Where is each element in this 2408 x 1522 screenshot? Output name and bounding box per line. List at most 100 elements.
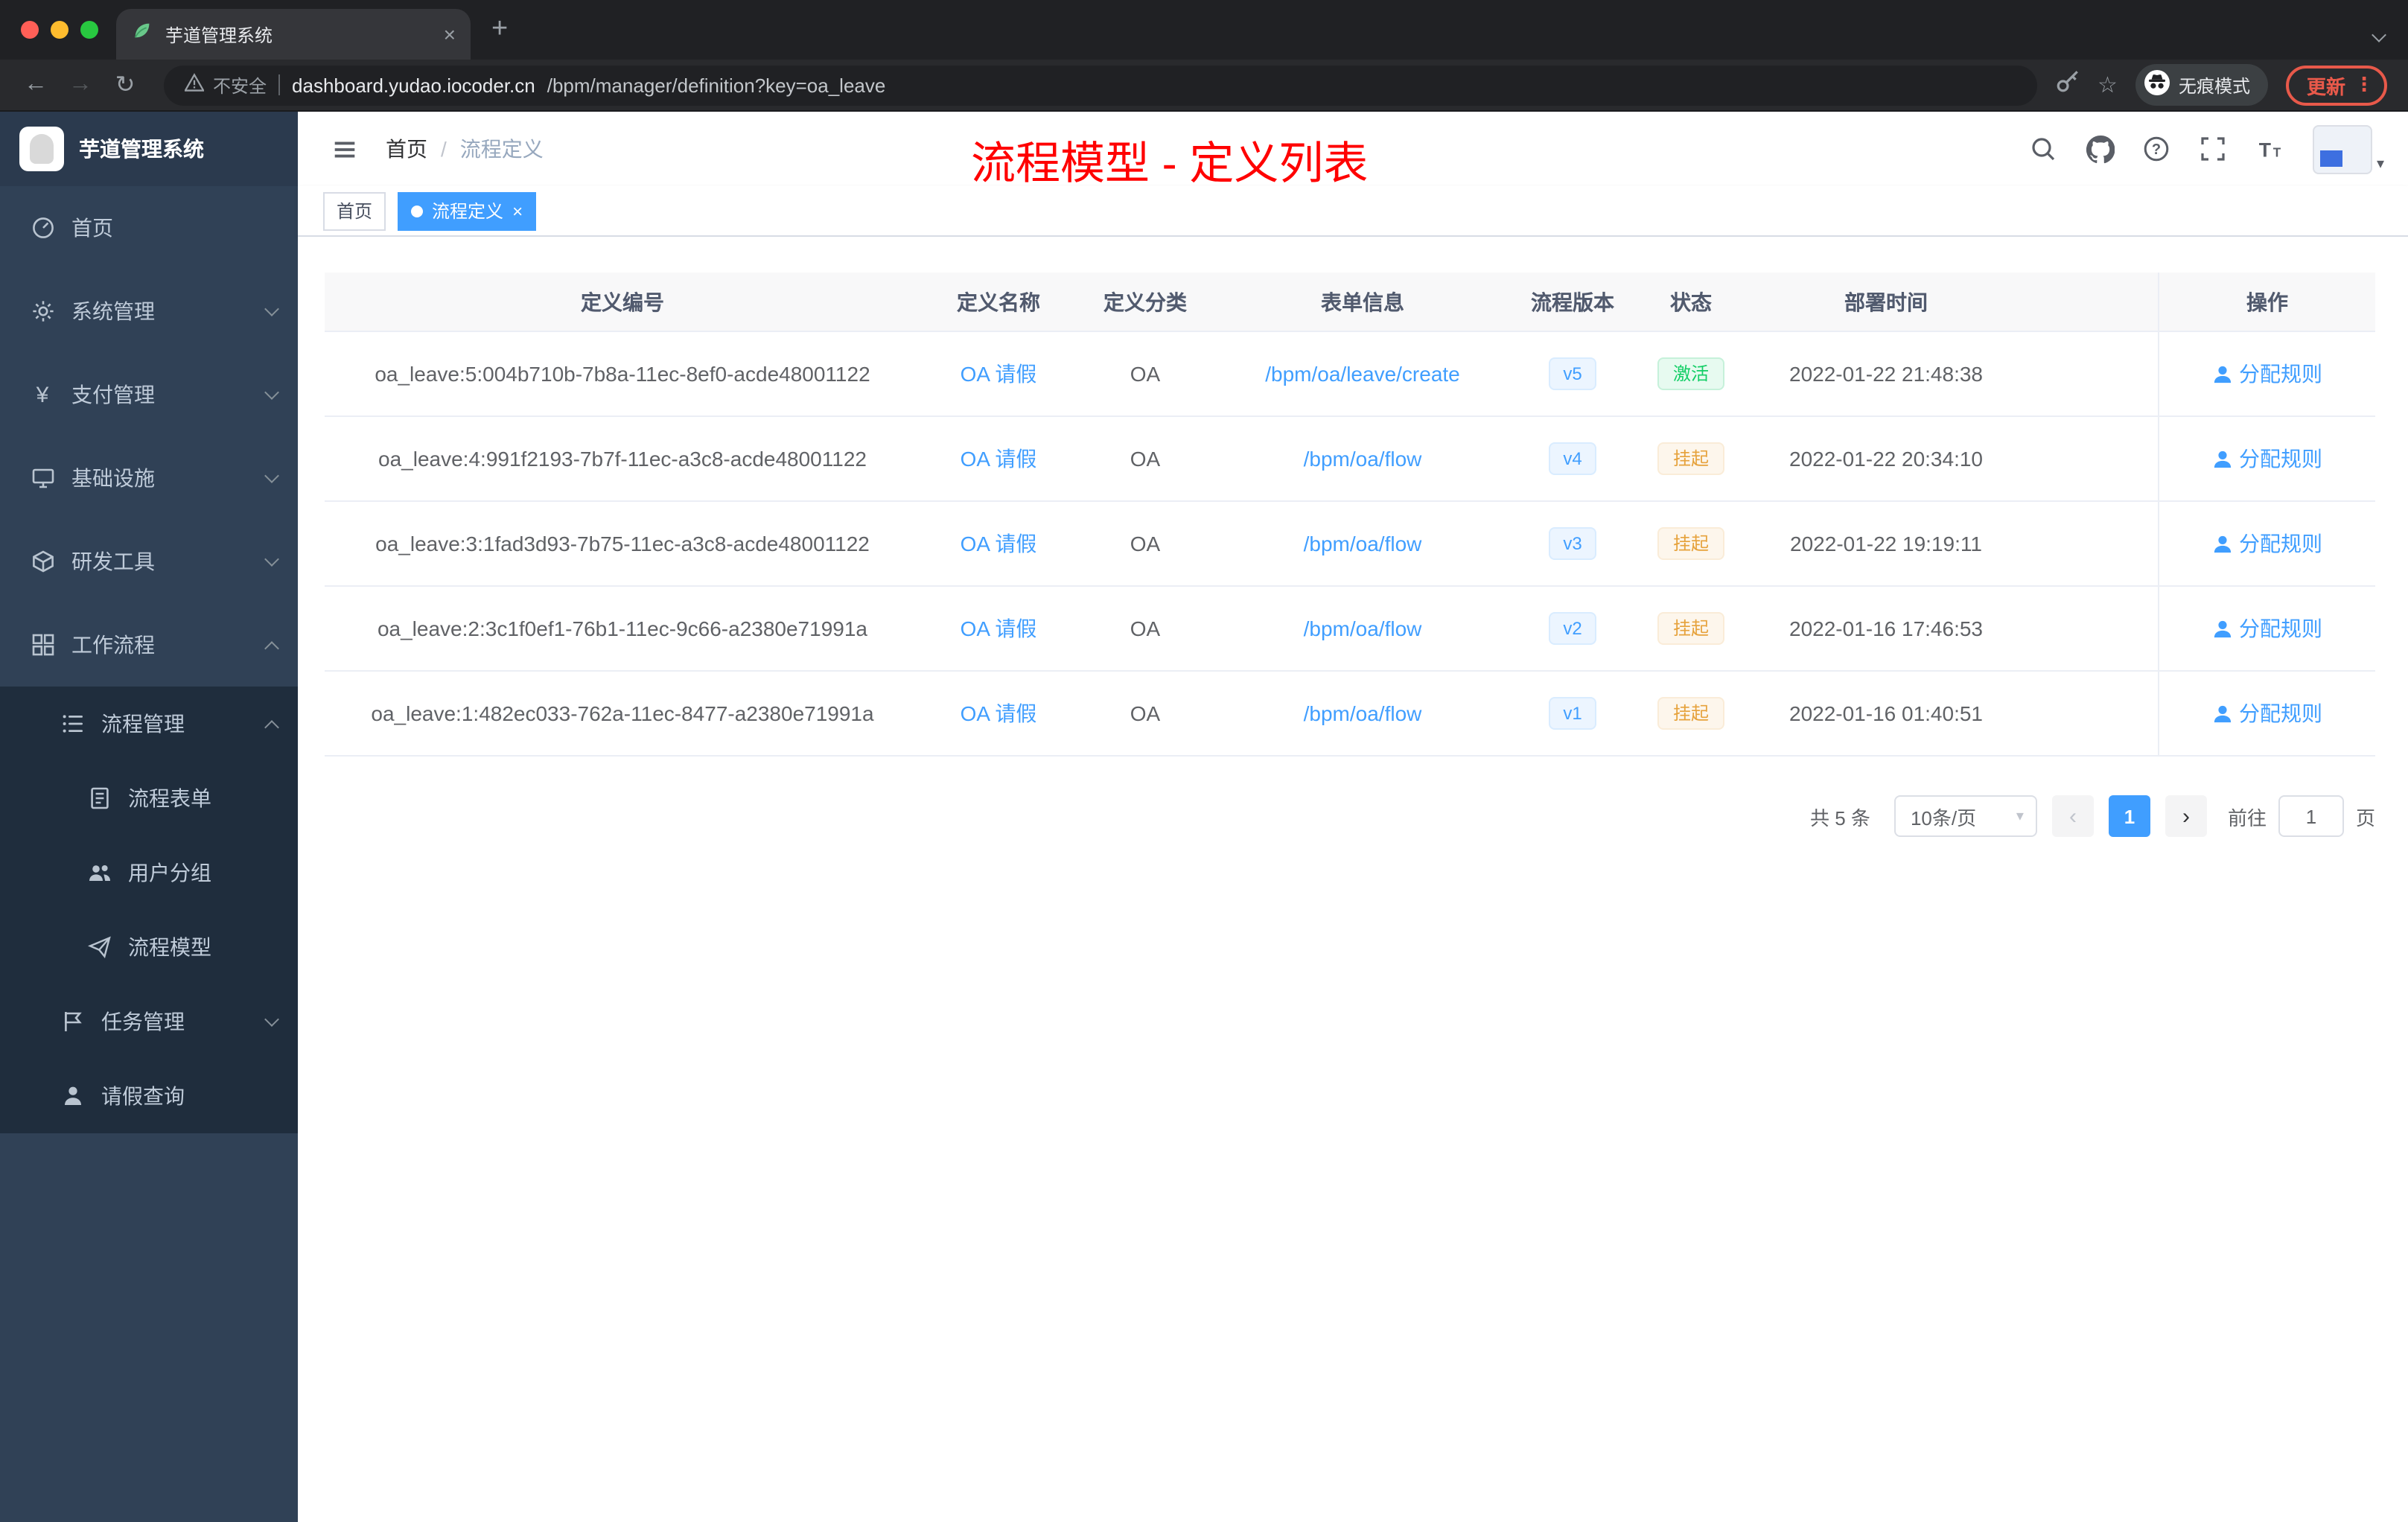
infrastructure-icon bbox=[30, 465, 55, 491]
assign-rule-link[interactable]: 分配规则 bbox=[2212, 444, 2322, 474]
svg-text:?: ? bbox=[2153, 141, 2162, 158]
definition-name-link[interactable]: OA 请假 bbox=[961, 444, 1037, 474]
next-page-button[interactable]: › bbox=[2165, 795, 2207, 837]
definition-name-link[interactable]: OA 请假 bbox=[961, 698, 1037, 728]
status-badge: 激活 bbox=[1657, 357, 1724, 390]
assign-rule-link[interactable]: 分配规则 bbox=[2212, 359, 2322, 389]
security-label: 不安全 bbox=[213, 75, 267, 96]
browser-toolbar: ← → ↻ 不安全 dashboard.yudao.iocoder.cn/bpm… bbox=[0, 60, 2408, 112]
font-size-icon[interactable]: TT bbox=[2256, 135, 2284, 163]
assign-rule-link[interactable]: 分配规则 bbox=[2212, 698, 2322, 728]
address-bar[interactable]: 不安全 dashboard.yudao.iocoder.cn/bpm/manag… bbox=[164, 65, 2037, 105]
status-badge: 挂起 bbox=[1657, 442, 1724, 475]
form-info-link[interactable]: /bpm/oa/flow bbox=[1304, 447, 1422, 471]
header-actions: ? TT ▾ bbox=[2030, 124, 2384, 173]
table-header-row: 定义编号 定义名称 定义分类 表单信息 流程版本 状态 部署时间 操作 bbox=[325, 273, 2375, 332]
definition-category: OA bbox=[1130, 617, 1161, 640]
definition-category: OA bbox=[1130, 447, 1161, 471]
tab-search-icon[interactable] bbox=[2372, 21, 2386, 48]
sidebar-item-devtools[interactable]: 研发工具 bbox=[0, 520, 298, 603]
form-info-link[interactable]: /bpm/oa/flow bbox=[1304, 532, 1422, 555]
deploy-time: 2022-01-22 19:19:11 bbox=[1790, 532, 1982, 555]
reload-icon[interactable]: ↻ bbox=[104, 70, 146, 100]
definition-category: OA bbox=[1130, 362, 1161, 386]
pagination-total: 共 5 条 bbox=[1810, 806, 1870, 829]
fullscreen-icon[interactable] bbox=[2200, 135, 2228, 163]
sidebar-item-leave-query[interactable]: 请假查询 bbox=[0, 1059, 298, 1133]
brand: 芋道管理系统 bbox=[0, 112, 298, 186]
password-key-icon[interactable] bbox=[2054, 69, 2080, 101]
page-number-button[interactable]: 1 bbox=[2108, 795, 2150, 837]
tab-title: 芋道管理系统 bbox=[165, 25, 273, 45]
window-close-button[interactable] bbox=[21, 21, 39, 39]
version-badge: v2 bbox=[1548, 612, 1597, 645]
github-icon[interactable] bbox=[2086, 135, 2115, 163]
avatar[interactable] bbox=[2312, 124, 2372, 173]
user-group-icon bbox=[86, 860, 112, 885]
definition-name-link[interactable]: OA 请假 bbox=[961, 614, 1037, 643]
sidebar-item-task-management[interactable]: 任务管理 bbox=[0, 984, 298, 1059]
sidebar-item-workflow[interactable]: 工作流程 bbox=[0, 603, 298, 687]
task-flag-icon bbox=[60, 1009, 85, 1034]
chevron-down-icon bbox=[264, 468, 279, 483]
active-dot-icon bbox=[411, 205, 424, 217]
search-icon[interactable] bbox=[2030, 135, 2058, 163]
column-header-form: 表单信息 bbox=[1321, 290, 1404, 313]
brand-title: 芋道管理系统 bbox=[79, 137, 204, 161]
user-avatar-menu[interactable]: ▾ bbox=[2312, 124, 2384, 173]
dashboard-icon bbox=[30, 215, 55, 241]
form-info-link[interactable]: /bpm/oa/leave/create bbox=[1265, 362, 1460, 386]
new-tab-button[interactable]: + bbox=[491, 13, 508, 46]
browser-menu-kebab-icon[interactable]: ⋮ bbox=[2354, 73, 2374, 97]
sidebar-item-process-management[interactable]: 流程管理 bbox=[0, 687, 298, 761]
sidebar-item-process-model[interactable]: 流程模型 bbox=[0, 910, 298, 984]
sidebar-item-infrastructure[interactable]: 基础设施 bbox=[0, 436, 298, 520]
sidebar-item-system-management[interactable]: 系统管理 bbox=[0, 270, 298, 353]
table-row: oa_leave:5:004b710b-7b8a-11ec-8ef0-acde4… bbox=[325, 332, 2375, 417]
tag-home[interactable]: 首页 bbox=[323, 191, 386, 230]
definition-name-link[interactable]: OA 请假 bbox=[961, 359, 1037, 389]
window-zoom-button[interactable] bbox=[80, 21, 98, 39]
version-badge: v4 bbox=[1548, 442, 1597, 475]
deploy-time: 2022-01-22 21:48:38 bbox=[1789, 362, 1983, 386]
definition-name-link[interactable]: OA 请假 bbox=[961, 529, 1037, 558]
browser-tab-strip: 芋道管理系统 × + bbox=[0, 0, 2408, 60]
tag-close-icon[interactable]: × bbox=[512, 202, 523, 220]
sidebar-item-process-form[interactable]: 流程表单 bbox=[0, 761, 298, 835]
back-icon[interactable]: ← bbox=[15, 71, 57, 98]
table-row: oa_leave:1:482ec033-762a-11ec-8477-a2380… bbox=[325, 672, 2375, 757]
browser-tab[interactable]: 芋道管理系统 × bbox=[116, 9, 471, 60]
svg-text:T: T bbox=[2273, 145, 2281, 159]
tab-close-icon[interactable]: × bbox=[444, 22, 456, 46]
forward-icon[interactable]: → bbox=[60, 71, 101, 98]
sidebar-item-home[interactable]: 首页 bbox=[0, 186, 298, 270]
column-header-version: 流程版本 bbox=[1531, 290, 1614, 313]
assign-rule-link[interactable]: 分配规则 bbox=[2212, 614, 2322, 643]
browser-update-button[interactable]: 更新 ⋮ bbox=[2285, 65, 2387, 105]
status-badge: 挂起 bbox=[1657, 697, 1724, 730]
goto-unit: 页 bbox=[2355, 806, 2375, 829]
form-info-link[interactable]: /bpm/oa/flow bbox=[1304, 617, 1422, 640]
form-info-link[interactable]: /bpm/oa/flow bbox=[1304, 701, 1422, 725]
security-status[interactable]: 不安全 bbox=[183, 72, 267, 98]
assign-rule-link[interactable]: 分配规则 bbox=[2212, 529, 2322, 558]
prev-page-button[interactable]: ‹ bbox=[2051, 795, 2094, 837]
page-size-select[interactable]: 10条/页 ▾ bbox=[1893, 795, 2037, 837]
bookmark-star-icon[interactable]: ☆ bbox=[2098, 71, 2118, 98]
window-minimize-button[interactable] bbox=[51, 21, 69, 39]
definition-id: oa_leave:5:004b710b-7b8a-11ec-8ef0-acde4… bbox=[375, 362, 870, 386]
sidebar-item-user-group[interactable]: 用户分组 bbox=[0, 835, 298, 910]
chevron-down-icon bbox=[264, 301, 279, 316]
form-icon bbox=[86, 786, 112, 811]
breadcrumb-current: 流程定义 bbox=[459, 137, 544, 161]
tag-process-definition[interactable]: 流程定义 × bbox=[398, 191, 537, 230]
breadcrumb-home[interactable]: 首页 bbox=[386, 134, 427, 164]
caret-down-icon: ▾ bbox=[2016, 808, 2024, 824]
caret-down-icon: ▾ bbox=[2376, 156, 2384, 172]
question-icon[interactable]: ? bbox=[2143, 135, 2171, 163]
goto-page-input[interactable] bbox=[2278, 795, 2344, 837]
hamburger-icon[interactable] bbox=[331, 135, 359, 163]
workflow-icon bbox=[30, 632, 55, 657]
chevron-down-icon bbox=[264, 551, 279, 566]
sidebar-item-payment-management[interactable]: ¥ 支付管理 bbox=[0, 353, 298, 436]
